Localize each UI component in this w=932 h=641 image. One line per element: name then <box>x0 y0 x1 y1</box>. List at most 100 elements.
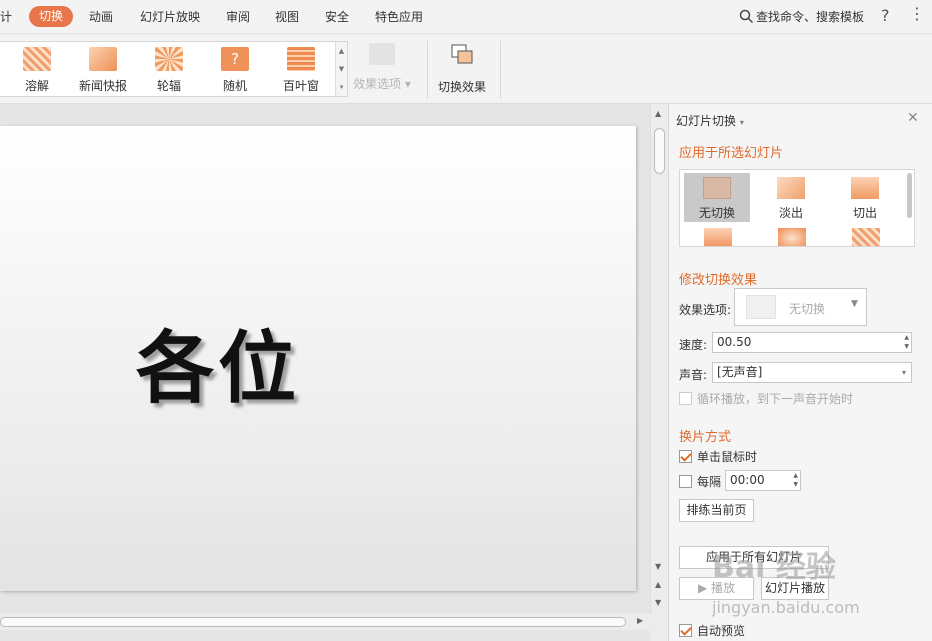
scroll-up-icon[interactable]: ▲ <box>336 42 347 60</box>
switch-effect-icon <box>451 44 473 64</box>
switch-effect-button[interactable]: 切换效果 <box>434 43 490 95</box>
every-time-value: 00:00 <box>730 473 765 487</box>
menu-security[interactable]: 安全 <box>325 8 349 25</box>
effect-options-label: 效果选项 <box>353 77 402 91</box>
apply-selected-title: 应用于所选幻灯片 <box>679 146 784 161</box>
loop-label: 循环播放，到下一声音开始时 <box>697 392 854 406</box>
sound-value: [无声音] <box>717 365 763 379</box>
slide-canvas: 各位 <box>0 104 650 641</box>
scroll-down-icon[interactable]: ▼ <box>336 60 347 78</box>
every-checkbox[interactable] <box>679 475 692 488</box>
speed-stepper[interactable]: ▲ ▼ <box>904 333 909 351</box>
transition-fade[interactable]: 淡出 <box>758 173 824 222</box>
panel-transition-gallery: 无切换 淡出 切出 <box>679 169 915 247</box>
effect-label: 随机 <box>222 79 247 93</box>
menu-animation[interactable]: 动画 <box>89 8 113 25</box>
close-icon[interactable]: ✕ <box>907 110 919 126</box>
advance-title: 换片方式 <box>679 430 732 445</box>
scroll-up-icon[interactable]: ▲ <box>655 109 661 118</box>
transition-label: 切出 <box>852 206 877 220</box>
scroll-right-icon[interactable]: ▶ <box>637 616 643 625</box>
next-slide-icon[interactable]: ▼ <box>655 598 661 607</box>
menu-review[interactable]: 审阅 <box>226 8 250 25</box>
effect-option-label: 效果选项: <box>679 303 732 317</box>
scroll-down-icon[interactable]: ▼ <box>655 562 661 571</box>
expand-icon[interactable]: ▾ <box>336 78 347 96</box>
dropdown-caret-icon: ▾ <box>739 118 744 127</box>
gallery-scroll[interactable]: ▲ ▼ ▾ <box>335 42 347 96</box>
every-label: 每隔 <box>697 475 722 489</box>
sound-label: 声音: <box>679 368 708 382</box>
every-option[interactable]: 每隔 <box>679 473 721 490</box>
effect-news-flash[interactable]: 新闻快报 <box>75 47 131 94</box>
chevron-down-icon: ▼ <box>851 299 858 309</box>
effect-preview-icon <box>746 295 776 319</box>
transition-none[interactable]: 无切换 <box>684 173 750 222</box>
fade-icon <box>777 177 805 199</box>
autopreview-option[interactable]: 自动预览 <box>679 622 745 639</box>
search-command[interactable]: 查找命令、搜索模板 <box>739 8 864 25</box>
horizontal-scrollbar[interactable]: ▶ <box>0 614 650 630</box>
autopreview-label: 自动预览 <box>697 624 746 638</box>
transition-gallery: 溶解 新闻快报 轮辐 ? 随机 百叶窗 ▲ ▼ ▾ <box>0 41 348 97</box>
menu-special-apps[interactable]: 特色应用 <box>375 8 423 25</box>
speed-value: 00.50 <box>717 335 752 349</box>
dissolve-icon <box>23 47 51 71</box>
loop-checkbox[interactable] <box>679 392 692 405</box>
effect-options-button[interactable]: 效果选项 ▾ <box>352 43 412 92</box>
modify-effect-title: 修改切换效果 <box>679 273 758 288</box>
menu-view[interactable]: 视图 <box>275 8 299 25</box>
watermark-logo: Bai 经验 <box>712 550 836 585</box>
every-stepper[interactable]: ▲ ▼ <box>793 471 798 489</box>
gallery-scrollbar[interactable] <box>907 173 912 218</box>
cut-icon <box>851 177 879 199</box>
menu-transition-tab[interactable]: 切换 <box>29 6 73 27</box>
every-time-input[interactable]: 00:00 ▲ ▼ <box>725 470 801 491</box>
effect-option-value: 无切换 <box>789 302 826 316</box>
search-icon <box>739 9 754 24</box>
speed-label: 速度: <box>679 338 708 352</box>
scroll-thumb[interactable] <box>654 128 665 174</box>
effect-label: 新闻快报 <box>78 79 127 93</box>
rehearse-button[interactable]: 排练当前页 <box>679 499 754 522</box>
effect-wheel[interactable]: 轮辐 <box>141 47 197 94</box>
more-icon[interactable]: ⋮ <box>909 4 925 23</box>
news-flash-icon <box>89 47 117 71</box>
prev-slide-icon[interactable]: ▲ <box>655 580 661 589</box>
menu-slideshow[interactable]: 幻灯片放映 <box>140 8 200 25</box>
slide-title[interactable]: 各位 <box>136 306 300 418</box>
effect-random[interactable]: ? 随机 <box>207 47 263 94</box>
none-icon <box>703 177 731 199</box>
menu-bar: 计 切换 动画 幻灯片放映 审阅 视图 安全 特色应用 查找命令、搜索模板 ? … <box>0 0 932 34</box>
speed-input[interactable]: 00.50 ▲ ▼ <box>712 332 912 353</box>
panel-title[interactable]: 幻灯片切换 ▾ <box>676 112 744 129</box>
vertical-scrollbar[interactable]: ▲ ▼ ▲ ▼ <box>650 104 668 614</box>
random-icon: ? <box>221 47 249 71</box>
wipe-icon[interactable] <box>778 228 806 246</box>
effect-label: 百叶窗 <box>282 79 319 93</box>
effect-label: 溶解 <box>24 79 49 93</box>
hscroll-thumb[interactable] <box>0 617 626 627</box>
push-icon[interactable] <box>704 228 732 246</box>
blinds-icon <box>287 47 315 71</box>
search-label: 查找命令、搜索模板 <box>756 10 865 24</box>
menu-design-partial[interactable]: 计 <box>0 8 12 25</box>
help-icon[interactable]: ? <box>881 6 890 25</box>
sound-select[interactable]: [无声音] ▾ <box>712 362 912 383</box>
panel-title-text: 幻灯片切换 <box>676 114 737 128</box>
effect-option-dropdown[interactable]: 无切换 ▼ <box>734 288 867 326</box>
transition-label: 无切换 <box>698 206 735 220</box>
transition-cut[interactable]: 切出 <box>832 173 898 222</box>
wheel-icon <box>155 47 183 71</box>
effect-options-icon <box>369 43 395 65</box>
loop-sound-checkbox[interactable]: 循环播放，到下一声音开始时 <box>679 390 853 407</box>
effect-blinds[interactable]: 百叶窗 <box>273 47 329 94</box>
ribbon-divider <box>427 41 428 99</box>
on-click-option[interactable]: 单击鼠标时 <box>679 448 757 465</box>
dissolve-icon[interactable] <box>852 228 880 246</box>
autopreview-checkbox[interactable] <box>679 624 692 637</box>
effect-dissolve[interactable]: 溶解 <box>9 47 65 94</box>
slide[interactable]: 各位 <box>0 126 636 591</box>
on-click-checkbox[interactable] <box>679 450 692 463</box>
chevron-down-icon: ▾ <box>901 368 906 377</box>
